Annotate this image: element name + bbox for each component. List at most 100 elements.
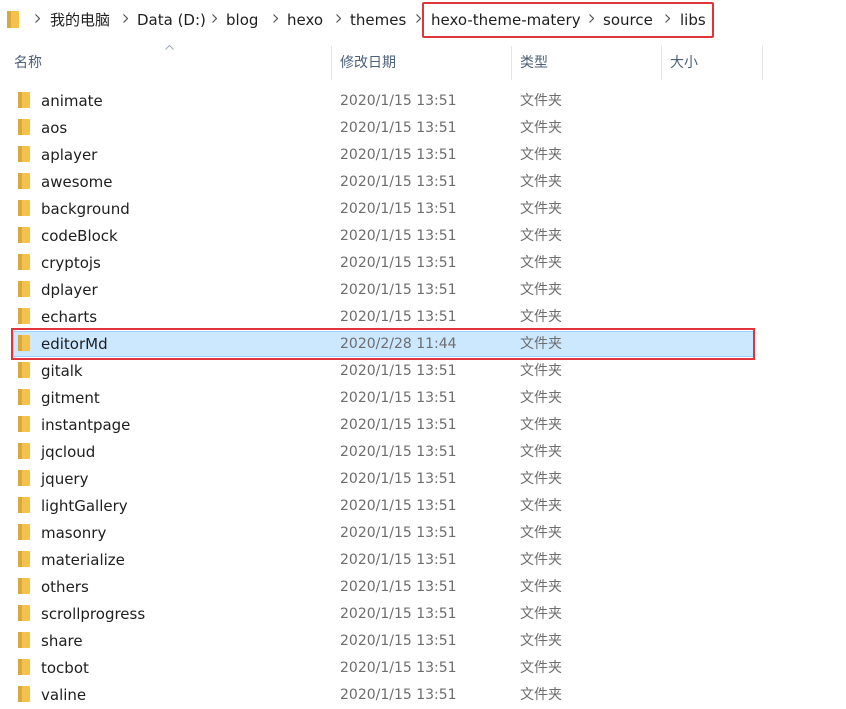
file-row[interactable]: jquery 2020/1/15 13:51 文件夹: [0, 466, 846, 493]
file-name: echarts: [41, 308, 98, 326]
file-modified: 2020/1/15 13:51: [340, 93, 457, 109]
breadcrumb-item[interactable]: Data (D:): [137, 8, 206, 32]
file-row[interactable]: jqcloud 2020/1/15 13:51 文件夹: [0, 439, 846, 466]
file-name: animate: [41, 92, 103, 110]
file-modified: 2020/1/15 13:51: [340, 201, 457, 217]
address-bar[interactable]: 我的电脑 Data (D:) blog hexo themes hexo-the…: [0, 0, 846, 40]
file-row[interactable]: dplayer 2020/1/15 13:51 文件夹: [0, 277, 846, 304]
column-divider[interactable]: [331, 46, 332, 80]
folder-icon: [18, 227, 30, 243]
file-type: 文件夹: [520, 552, 562, 568]
file-type: 文件夹: [520, 660, 562, 676]
folder-icon: [18, 335, 30, 351]
column-header-modified[interactable]: 修改日期: [340, 46, 396, 80]
file-name: jqcloud: [41, 443, 96, 461]
folder-icon: [18, 200, 30, 216]
file-row[interactable]: animate 2020/1/15 13:51 文件夹: [0, 88, 846, 115]
folder-icon: [18, 416, 30, 432]
breadcrumb-item[interactable]: themes: [350, 8, 406, 32]
file-name: aos: [41, 119, 68, 137]
file-type: 文件夹: [520, 606, 562, 622]
chevron-right-icon: [273, 14, 278, 23]
file-modified: 2020/1/15 13:51: [340, 687, 457, 703]
column-divider[interactable]: [661, 46, 662, 80]
column-header-size[interactable]: 大小: [670, 46, 698, 80]
file-row[interactable]: lightGallery 2020/1/15 13:51 文件夹: [0, 493, 846, 520]
file-row[interactable]: masonry 2020/1/15 13:51 文件夹: [0, 520, 846, 547]
file-row[interactable]: scrollprogress 2020/1/15 13:51 文件夹: [0, 601, 846, 628]
file-row[interactable]: codeBlock 2020/1/15 13:51 文件夹: [0, 223, 846, 250]
file-row[interactable]: awesome 2020/1/15 13:51 文件夹: [0, 169, 846, 196]
file-type: 文件夹: [520, 525, 562, 541]
folder-icon: [18, 119, 30, 135]
folder-icon: [18, 686, 30, 702]
file-type: 文件夹: [520, 282, 562, 298]
file-list: animate 2020/1/15 13:51 文件夹 aos 2020/1/15 13…: [0, 88, 846, 709]
file-modified: 2020/1/15 13:51: [340, 525, 457, 541]
file-name: editorMd: [41, 335, 108, 353]
file-type: 文件夹: [520, 633, 562, 649]
file-name: share: [41, 632, 83, 650]
file-modified: 2020/1/15 13:51: [340, 363, 457, 379]
file-modified: 2020/1/15 13:51: [340, 579, 457, 595]
breadcrumb-item[interactable]: blog: [226, 8, 258, 32]
file-modified: 2020/1/15 13:51: [340, 147, 457, 163]
folder-icon: [18, 308, 30, 324]
folder-icon: [18, 578, 30, 594]
file-name: scrollprogress: [41, 605, 146, 623]
file-modified: 2020/1/15 13:51: [340, 228, 457, 244]
file-name: aplayer: [41, 146, 98, 164]
column-header-row: 名称 修改日期 类型 大小: [0, 46, 846, 80]
file-modified: 2020/1/15 13:51: [340, 498, 457, 514]
file-name: cryptojs: [41, 254, 101, 272]
column-header-name[interactable]: 名称: [14, 46, 42, 80]
file-name: masonry: [41, 524, 107, 542]
file-row[interactable]: gitalk 2020/1/15 13:51 文件夹: [0, 358, 846, 385]
chevron-right-icon: [336, 14, 341, 23]
breadcrumb-item[interactable]: 我的电脑: [50, 8, 110, 32]
file-type: 文件夹: [520, 579, 562, 595]
column-header-type[interactable]: 类型: [520, 46, 548, 80]
file-row[interactable]: aplayer 2020/1/15 13:51 文件夹: [0, 142, 846, 169]
folder-icon: [18, 389, 30, 405]
file-row[interactable]: editorMd 2020/2/28 11:44 文件夹: [0, 328, 846, 360]
file-row[interactable]: cryptojs 2020/1/15 13:51 文件夹: [0, 250, 846, 277]
file-type: 文件夹: [520, 201, 562, 217]
file-row[interactable]: echarts 2020/1/15 13:51 文件夹: [0, 304, 846, 331]
file-row[interactable]: gitment 2020/1/15 13:51 文件夹: [0, 385, 846, 412]
file-name: background: [41, 200, 130, 218]
file-name: lightGallery: [41, 497, 128, 515]
file-modified: 2020/1/15 13:51: [340, 606, 457, 622]
annotation-box: [422, 2, 714, 38]
file-type: 文件夹: [520, 147, 562, 163]
file-name: tocbot: [41, 659, 89, 677]
file-row[interactable]: tocbot 2020/1/15 13:51 文件夹: [0, 655, 846, 682]
file-modified: 2020/1/15 13:51: [340, 471, 457, 487]
file-type: 文件夹: [520, 336, 562, 352]
file-modified: 2020/1/15 13:51: [340, 390, 457, 406]
folder-icon: [18, 254, 30, 270]
file-row[interactable]: instantpage 2020/1/15 13:51 文件夹: [0, 412, 846, 439]
file-name: dplayer: [41, 281, 98, 299]
file-modified: 2020/1/15 13:51: [340, 633, 457, 649]
file-row[interactable]: valine 2020/1/15 13:51 文件夹: [0, 682, 846, 709]
file-name: awesome: [41, 173, 113, 191]
chevron-right-icon: [416, 14, 421, 23]
file-type: 文件夹: [520, 498, 562, 514]
file-row[interactable]: share 2020/1/15 13:51 文件夹: [0, 628, 846, 655]
breadcrumb-item[interactable]: hexo: [287, 8, 323, 32]
column-divider[interactable]: [762, 46, 763, 80]
file-row[interactable]: others 2020/1/15 13:51 文件夹: [0, 574, 846, 601]
file-row[interactable]: materialize 2020/1/15 13:51 文件夹: [0, 547, 846, 574]
file-modified: 2020/1/15 13:51: [340, 660, 457, 676]
file-row[interactable]: background 2020/1/15 13:51 文件夹: [0, 196, 846, 223]
file-modified: 2020/1/15 13:51: [340, 444, 457, 460]
file-row[interactable]: aos 2020/1/15 13:51 文件夹: [0, 115, 846, 142]
file-name: gitment: [41, 389, 100, 407]
file-modified: 2020/2/28 11:44: [340, 336, 457, 352]
file-type: 文件夹: [520, 228, 562, 244]
column-divider[interactable]: [511, 46, 512, 80]
file-name: others: [41, 578, 89, 596]
file-name: codeBlock: [41, 227, 118, 245]
file-type: 文件夹: [520, 390, 562, 406]
